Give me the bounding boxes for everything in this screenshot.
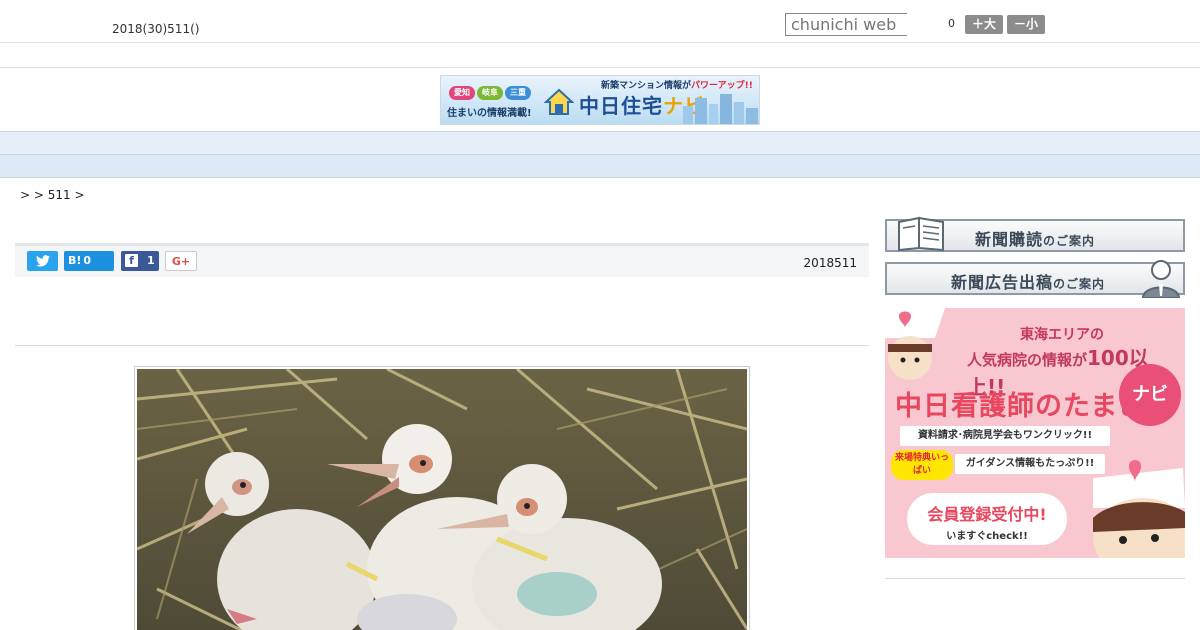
hatena-bookmark-button[interactable]: B! 0 xyxy=(64,251,114,271)
article-photo xyxy=(134,366,750,630)
article-date: 2018511 xyxy=(803,256,857,270)
newspaper-icon xyxy=(898,216,944,252)
subscription-label: 新聞購読のご案内 xyxy=(975,230,1096,249)
current-date: 2018(30)511() xyxy=(112,22,200,36)
nav-item-4[interactable] xyxy=(412,136,442,155)
search-input[interactable] xyxy=(785,13,907,36)
nurse-navi-ad[interactable]: 東海エリアの 人気病院の情報が100以上!! 中日看護師のたまご ナビ 資料請求… xyxy=(885,308,1185,558)
subscription-guide-button[interactable]: 新聞購読のご案内 xyxy=(885,216,1185,252)
banner-pill-mie: 三重 xyxy=(505,86,531,100)
house-icon xyxy=(544,88,574,115)
banner-pill-aichi: 愛知 xyxy=(449,86,475,100)
hatena-count: 0 xyxy=(83,254,92,267)
ad-title: 中日看護師のたまご xyxy=(895,391,1147,422)
ad-signup-bubble: 会員登録受付中! いますぐcheck!! xyxy=(907,493,1067,545)
twitter-share-button[interactable] xyxy=(27,251,58,271)
font-size-value: 0 xyxy=(948,17,955,30)
nav-item-9[interactable] xyxy=(812,136,842,155)
main-nav xyxy=(0,131,1200,155)
sub-nav xyxy=(0,155,1200,178)
hatena-label: B! xyxy=(68,254,82,267)
ad-line-1: 東海エリアの xyxy=(1020,327,1104,343)
ad-placement-guide-button[interactable]: 新聞広告出稿のご案内 xyxy=(885,260,1185,298)
content-divider xyxy=(15,345,869,346)
nav-item-5[interactable] xyxy=(492,136,522,155)
banner-tagline: 住まいの情報満載! xyxy=(447,108,532,119)
ad-bonus-badge: 来場特典いっぱい xyxy=(891,450,953,480)
sidebar-divider xyxy=(885,578,1185,579)
ad-strip-1: 資料請求･病院見学会もワンクリック!! xyxy=(900,426,1110,446)
nav-item-6[interactable] xyxy=(572,136,602,155)
breadcrumb[interactable]: > > 511 > xyxy=(20,188,85,202)
businessman-icon xyxy=(1141,260,1181,298)
nav-item-1[interactable] xyxy=(172,136,202,155)
nav-item-8[interactable] xyxy=(732,136,762,155)
facebook-count: 1 xyxy=(147,254,155,267)
twitter-icon xyxy=(35,255,50,267)
top-bar: 2018(30)511() 0 ＋大 －小 xyxy=(0,0,1200,43)
ad-signup-sub: いますぐcheck!! xyxy=(946,531,1028,542)
font-bigger-button[interactable]: ＋大 xyxy=(965,15,1003,34)
facebook-share-button[interactable]: f 1 xyxy=(121,251,159,271)
nurse-character-bottom xyxy=(1093,460,1185,558)
ad-signup-main: 会員登録受付中! xyxy=(927,505,1047,524)
skyline-illustration xyxy=(683,94,758,124)
ad-placement-label: 新聞広告出稿のご案内 xyxy=(951,273,1106,292)
font-smaller-button[interactable]: －小 xyxy=(1007,15,1045,34)
secondary-bar xyxy=(0,43,1200,68)
facebook-icon: f xyxy=(125,254,138,267)
nav-item-3[interactable] xyxy=(332,136,362,155)
nav-item-2[interactable] xyxy=(252,136,282,155)
nurse-character-top xyxy=(885,308,945,380)
housing-navi-banner[interactable]: 愛知 岐阜 三重 住まいの情報満載! 新築マンション情報がパワーアップ!! 中日… xyxy=(440,75,760,125)
google-plus-button[interactable]: G+ xyxy=(165,251,197,271)
banner-pill-gifu: 岐阜 xyxy=(477,86,503,100)
share-bar: B! 0 f 1 G+ 2018511 xyxy=(15,243,869,277)
nav-item-7[interactable] xyxy=(652,136,682,155)
stork-chicks-photo xyxy=(137,369,747,630)
ad-navi-badge: ナビ xyxy=(1119,364,1181,426)
